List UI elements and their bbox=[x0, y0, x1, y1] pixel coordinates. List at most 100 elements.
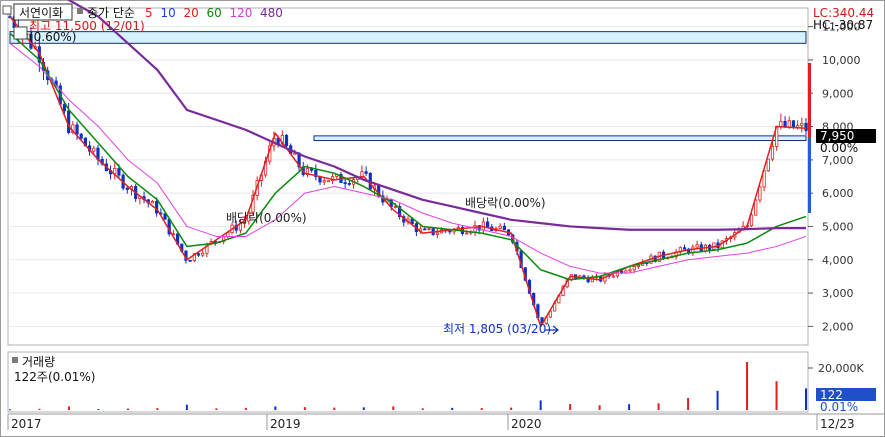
volume-current-pct: 0.01% bbox=[820, 400, 858, 414]
volume-bar bbox=[9, 409, 11, 411]
price-tick-label: 4,000 bbox=[822, 254, 854, 267]
ma-label: 종가 단순 bbox=[87, 6, 135, 20]
price-candle-body bbox=[498, 225, 502, 229]
price-candle-body bbox=[125, 187, 129, 190]
price-candle-body bbox=[695, 244, 699, 248]
price-panel: 11,00010,0009,0008,0007,0006,0005,0004,0… bbox=[7, 0, 861, 346]
stock-chart: 11,00010,0009,0008,0007,0006,0005,0004,0… bbox=[0, 0, 885, 437]
horizontal-band bbox=[313, 135, 807, 142]
volume-bar bbox=[38, 408, 41, 410]
volume-bar bbox=[480, 408, 483, 410]
volume-bar bbox=[392, 406, 395, 410]
price-candle-body bbox=[758, 186, 762, 201]
price-candle-body bbox=[284, 134, 289, 147]
price-candle-body bbox=[620, 270, 624, 274]
ma-period-label[interactable]: 480 bbox=[260, 6, 283, 20]
price-candle-body bbox=[423, 228, 427, 231]
grid-toggle-icon[interactable] bbox=[13, 26, 28, 40]
price-candle-body bbox=[682, 247, 687, 250]
ma-period-list: 5 10 20 60 120 480 bbox=[145, 6, 283, 20]
price-candle-body bbox=[448, 230, 452, 233]
horizontal-band bbox=[9, 31, 807, 44]
volume-value: 122주(0.01%) bbox=[14, 370, 95, 384]
volume-bar bbox=[628, 404, 631, 410]
volume-bar bbox=[421, 408, 424, 410]
price-tick-label: 6,000 bbox=[822, 187, 854, 200]
price-candle-body bbox=[783, 120, 787, 128]
price-candle-body bbox=[75, 124, 79, 135]
price-tick-label: 3,000 bbox=[822, 287, 854, 300]
price-candle-body bbox=[427, 228, 431, 231]
volume-panel bbox=[7, 351, 809, 413]
price-candle-body bbox=[201, 252, 205, 256]
price-tick-label: 2,000 bbox=[822, 320, 854, 333]
ma-period-label[interactable]: 120 bbox=[230, 6, 253, 20]
price-candle-body bbox=[343, 182, 347, 185]
volume-bar bbox=[775, 381, 778, 410]
ma-period-label[interactable]: 20 bbox=[184, 6, 199, 20]
price-candle-body bbox=[117, 168, 121, 176]
current-pct: 0.00% bbox=[820, 141, 858, 155]
x-axis-label: 2017 bbox=[11, 417, 42, 431]
volume-bar bbox=[716, 390, 719, 410]
price-candle-body bbox=[787, 120, 791, 128]
price-candle-body bbox=[502, 225, 506, 231]
volume-bar bbox=[67, 406, 70, 410]
stock-name: 서연이화 bbox=[19, 6, 63, 20]
volume-bar bbox=[185, 404, 188, 410]
price-candle-body bbox=[636, 264, 641, 268]
ma-period-label[interactable]: 60 bbox=[207, 6, 222, 20]
ma-period-label[interactable]: 10 bbox=[161, 6, 176, 20]
volume-bar bbox=[805, 388, 807, 410]
price-candle-body bbox=[435, 232, 439, 235]
volume-axis-tick: 20,000K bbox=[818, 362, 864, 375]
volume-bar bbox=[746, 362, 749, 410]
dividend-label-1: 배당락(0.00%) bbox=[226, 211, 307, 225]
volume-bar bbox=[126, 408, 129, 410]
price-candle-body bbox=[67, 110, 71, 133]
price-candle-body bbox=[393, 206, 398, 208]
volume-bar bbox=[451, 407, 454, 410]
x-axis-label: 12/23 bbox=[820, 417, 855, 431]
volume-bar bbox=[598, 405, 601, 410]
volume-bar bbox=[539, 400, 542, 410]
volume-bar bbox=[156, 408, 159, 410]
volume-bar bbox=[569, 404, 572, 410]
price-candle-body bbox=[326, 180, 331, 183]
price-tick-label: 5,000 bbox=[822, 220, 854, 233]
price-candle-body bbox=[804, 122, 808, 131]
ma-square-icon bbox=[77, 8, 83, 14]
price-candle-body bbox=[150, 201, 155, 204]
hc-text: HC:-30.87 bbox=[813, 18, 873, 32]
volume-bar bbox=[510, 407, 513, 410]
price-range-bar-blue bbox=[808, 138, 811, 213]
dividend-label-2: 배당락(0.00%) bbox=[465, 196, 546, 210]
price-tick-label: 7,000 bbox=[822, 154, 854, 167]
low-marker: 최저 1,805 (03/20) bbox=[443, 322, 551, 336]
price-candle-body bbox=[322, 180, 326, 183]
volume-bar bbox=[215, 408, 218, 410]
price-candle-body bbox=[628, 269, 632, 272]
high-pct: (0.60%) bbox=[29, 30, 76, 44]
volume-bar bbox=[362, 407, 365, 410]
volume-bar bbox=[687, 398, 690, 410]
volume-menu-icon[interactable] bbox=[12, 357, 18, 363]
price-candle-body bbox=[465, 232, 469, 235]
ma-period-label[interactable]: 5 bbox=[145, 6, 153, 20]
volume-bar bbox=[333, 407, 336, 410]
price-candle-body bbox=[800, 122, 804, 126]
price-candle-body bbox=[611, 275, 615, 278]
price-candle-body bbox=[347, 182, 351, 185]
price-candle-body bbox=[624, 270, 628, 274]
price-candle-body bbox=[92, 147, 96, 152]
x-axis-label: 2020 bbox=[511, 417, 542, 431]
x-axis-label: 2019 bbox=[270, 417, 301, 431]
price-tick-label: 9,000 bbox=[822, 87, 854, 100]
price-candle-body bbox=[766, 158, 770, 172]
volume-bar bbox=[97, 409, 100, 411]
volume-bar bbox=[657, 403, 660, 410]
price-candle-body bbox=[196, 253, 201, 256]
menu-square-icon[interactable] bbox=[2, 5, 12, 15]
price-candle-body bbox=[79, 133, 83, 139]
volume-bar bbox=[303, 407, 306, 410]
